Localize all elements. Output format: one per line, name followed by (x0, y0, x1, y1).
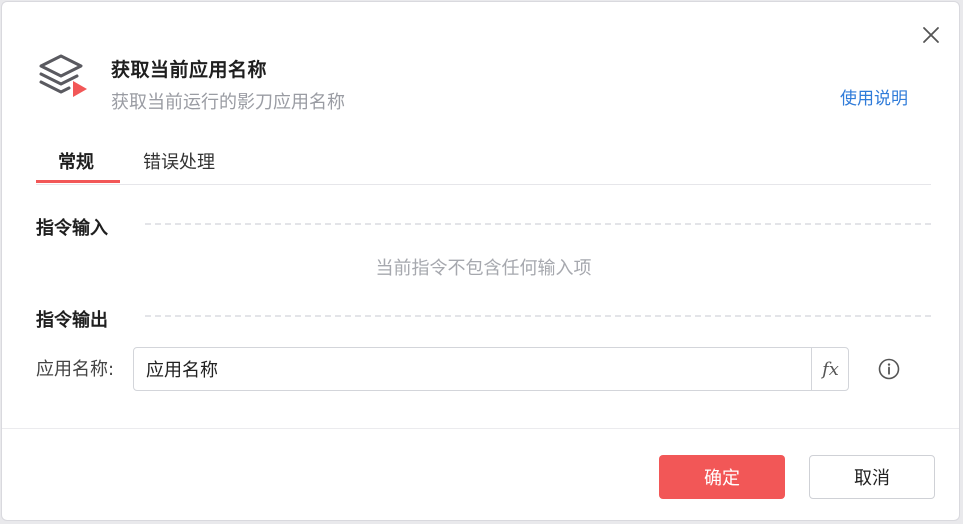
fx-button[interactable]: fx (811, 348, 849, 390)
dialog-title: 获取当前应用名称 (111, 59, 268, 81)
layers-play-icon (37, 52, 89, 102)
active-tab-indicator (36, 180, 120, 183)
command-config-dialog: 获取当前应用名称 获取当前运行的影刀应用名称 使用说明 常规 错误处理 指令输入… (1, 1, 960, 521)
empty-input-message: 当前指令不包含任何输入项 (375, 258, 592, 279)
tab-general[interactable]: 常规 (58, 148, 94, 183)
help-link[interactable]: 使用说明 (840, 84, 908, 109)
app-name-field: fx (133, 347, 849, 391)
footer-divider (2, 428, 959, 429)
tab-bar: 常规 错误处理 (36, 142, 931, 185)
close-icon[interactable] (920, 24, 942, 46)
confirm-button[interactable]: 确定 (659, 455, 785, 499)
info-icon[interactable] (877, 357, 901, 381)
tab-error-handling[interactable]: 错误处理 (143, 148, 215, 183)
cancel-button[interactable]: 取消 (809, 455, 935, 499)
app-name-input[interactable] (134, 348, 810, 390)
input-section-title: 指令输入 (36, 218, 108, 239)
dialog-subtitle: 获取当前运行的影刀应用名称 (111, 92, 345, 113)
output-section-title: 指令输出 (36, 310, 108, 331)
section-divider (145, 223, 931, 225)
section-divider (145, 315, 931, 317)
app-name-label: 应用名称: (36, 359, 115, 380)
